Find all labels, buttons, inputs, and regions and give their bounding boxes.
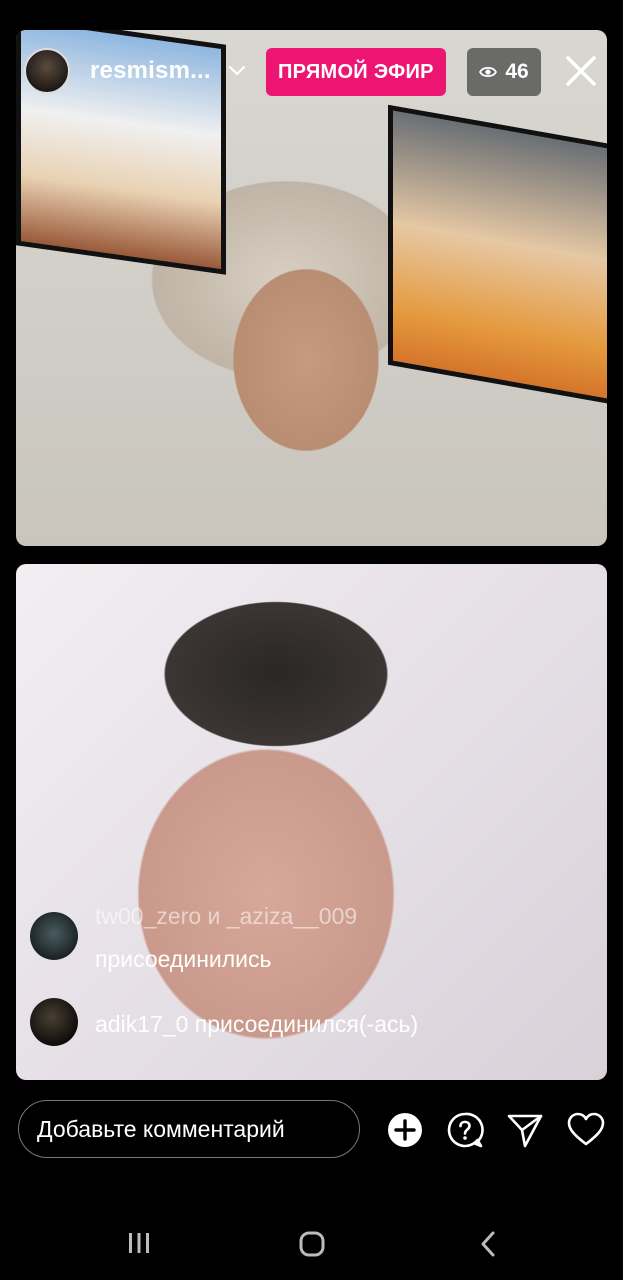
live-label: ПРЯМОЙ ЭФИР — [278, 60, 434, 83]
viewer-count-value: 46 — [505, 60, 529, 83]
join-action: присоединились — [95, 946, 272, 972]
recents-icon[interactable] — [127, 1230, 151, 1256]
back-icon[interactable] — [478, 1230, 498, 1258]
heart-icon[interactable] — [567, 1111, 605, 1149]
viewer-count[interactable]: 46 — [467, 48, 541, 96]
user-avatar-icon[interactable] — [30, 998, 78, 1046]
home-icon[interactable] — [298, 1230, 326, 1258]
close-icon[interactable] — [563, 53, 599, 89]
host-video — [16, 30, 607, 546]
wall-poster-right — [388, 104, 607, 406]
comment-input[interactable]: Добавьте комментарий — [18, 1100, 360, 1158]
comment-placeholder: Добавьте комментарий — [37, 1115, 285, 1142]
live-badge: ПРЯМОЙ ЭФИР — [266, 48, 446, 96]
avatar-icon[interactable] — [24, 48, 70, 94]
chevron-down-icon[interactable] — [227, 61, 247, 81]
eye-icon — [479, 66, 498, 78]
guest-video — [16, 564, 607, 1080]
paper-plane-icon[interactable] — [506, 1111, 544, 1149]
joined-usernames[interactable]: tw00_zero и _aziza__009 — [95, 903, 357, 930]
join-text: adik17_0 присоединился(-ась) — [95, 1011, 419, 1037]
live-header: resmism... ПРЯМОЙ ЭФИР 46 — [24, 47, 599, 97]
host-username[interactable]: resmism... — [90, 57, 211, 85]
plus-circle-icon[interactable] — [386, 1111, 424, 1149]
question-bubble-icon[interactable] — [446, 1111, 484, 1149]
user-avatar-icon[interactable] — [30, 912, 78, 960]
